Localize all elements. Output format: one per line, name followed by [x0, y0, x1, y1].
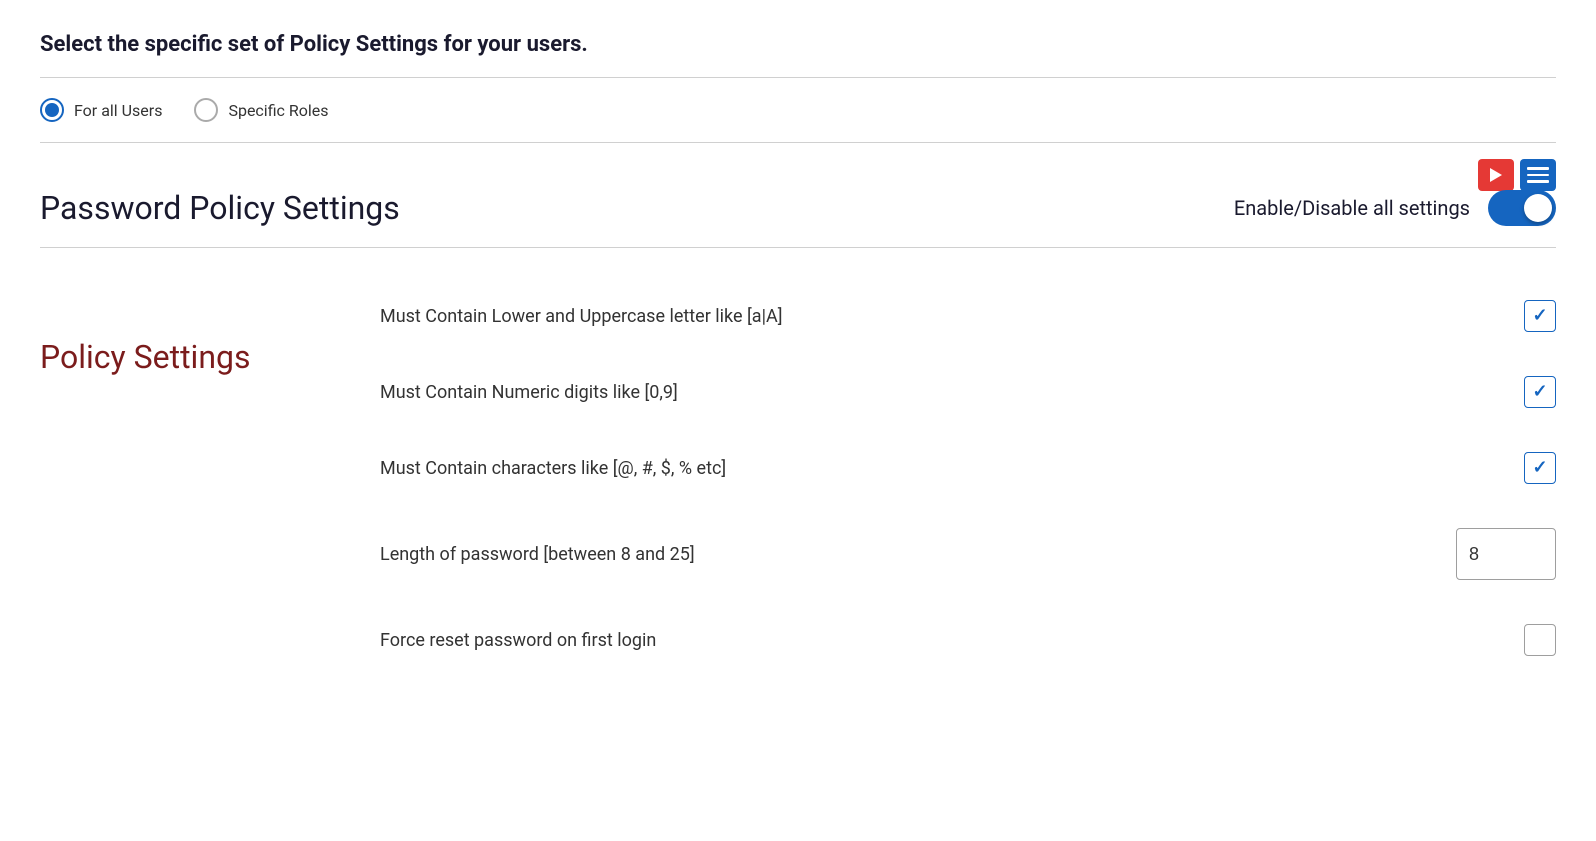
list-icon-line2	[1527, 174, 1549, 177]
setting-row-password-length: Length of password [between 8 and 25]	[380, 506, 1556, 602]
toggle-thumb	[1524, 194, 1552, 222]
icon-buttons-top-right	[1478, 159, 1556, 191]
checkbox-special-chars[interactable]: ✓	[1524, 452, 1556, 484]
left-panel: Policy Settings	[40, 278, 320, 678]
radio-group: For all Users Specific Roles	[40, 78, 1556, 142]
setting-label-lowercase-uppercase: Must Contain Lower and Uppercase letter …	[380, 306, 782, 327]
youtube-button[interactable]	[1478, 159, 1514, 191]
setting-row-force-reset: Force reset password on first login	[380, 602, 1556, 678]
setting-label-special-chars: Must Contain characters like [@, #, $, %…	[380, 458, 726, 479]
enable-disable-row: Enable/Disable all settings	[1234, 190, 1556, 226]
setting-row-special-chars: Must Contain characters like [@, #, $, %…	[380, 430, 1556, 506]
checkmark-lowercase-uppercase: ✓	[1532, 307, 1547, 325]
radio-all-users[interactable]: For all Users	[40, 98, 162, 122]
list-icon-line1	[1527, 167, 1549, 170]
list-icon-line3	[1527, 180, 1549, 183]
enable-disable-label: Enable/Disable all settings	[1234, 196, 1470, 220]
radio-circle-all-users	[40, 98, 64, 122]
radio-circle-specific-roles	[194, 98, 218, 122]
password-policy-title: Password Policy Settings	[40, 189, 400, 227]
list-button[interactable]	[1520, 159, 1556, 191]
setting-label-password-length: Length of password [between 8 and 25]	[380, 544, 695, 565]
right-panel: Must Contain Lower and Uppercase letter …	[320, 278, 1556, 678]
policy-header-row: Password Policy Settings Enable/Disable …	[40, 189, 1556, 227]
checkmark-special-chars: ✓	[1532, 459, 1547, 477]
checkbox-lowercase-uppercase[interactable]: ✓	[1524, 300, 1556, 332]
enable-disable-toggle[interactable]	[1488, 190, 1556, 226]
password-length-input[interactable]	[1456, 528, 1556, 580]
page-heading: Select the specific set of Policy Settin…	[40, 32, 1556, 57]
radio-label-all-users: For all Users	[74, 101, 162, 120]
youtube-icon	[1490, 168, 1502, 182]
setting-label-numeric: Must Contain Numeric digits like [0,9]	[380, 382, 678, 403]
main-content: Policy Settings Must Contain Lower and U…	[40, 278, 1556, 678]
checkbox-force-reset[interactable]	[1524, 624, 1556, 656]
toggle-track	[1488, 190, 1556, 226]
policy-divider	[40, 247, 1556, 248]
checkmark-numeric: ✓	[1532, 383, 1547, 401]
setting-label-force-reset: Force reset password on first login	[380, 630, 656, 651]
policy-header-section: Password Policy Settings Enable/Disable …	[40, 143, 1556, 247]
policy-settings-label: Policy Settings	[40, 338, 250, 376]
radio-label-specific-roles: Specific Roles	[228, 101, 328, 120]
setting-row-numeric: Must Contain Numeric digits like [0,9] ✓	[380, 354, 1556, 430]
radio-specific-roles[interactable]: Specific Roles	[194, 98, 328, 122]
checkbox-numeric[interactable]: ✓	[1524, 376, 1556, 408]
setting-row-lowercase-uppercase: Must Contain Lower and Uppercase letter …	[380, 278, 1556, 354]
